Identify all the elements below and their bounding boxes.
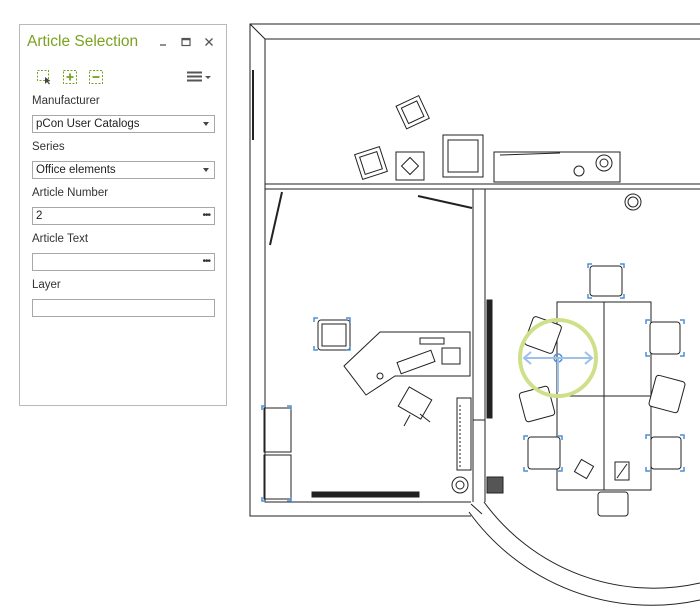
chevron-down-icon	[203, 168, 209, 172]
panel-title: Article Selection	[27, 33, 139, 50]
wall-interior-horizontal[interactable]	[265, 183, 700, 190]
cabinet[interactable]	[442, 134, 484, 178]
chevron-down-icon	[203, 122, 209, 126]
manufacturer-value: pCon User Catalogs	[36, 118, 140, 130]
meeting-chair[interactable]	[597, 491, 629, 517]
select-area-icon[interactable]	[36, 69, 52, 85]
meeting-chair[interactable]	[589, 265, 623, 297]
article-number-label: Article Number	[32, 187, 109, 199]
monitor[interactable]	[419, 337, 445, 345]
cabinet[interactable]	[353, 145, 389, 181]
kitchen-counter[interactable]	[493, 151, 621, 183]
bin[interactable]	[624, 193, 642, 211]
more-options-icon[interactable]: •••	[202, 210, 210, 221]
manufacturer-dropdown[interactable]: pCon User Catalogs	[32, 115, 215, 133]
article-selection-panel: Article Selection Manufacturer pCon User…	[19, 24, 227, 406]
layer-input[interactable]	[32, 299, 215, 317]
article-number-input[interactable]: 2 •••	[32, 207, 215, 225]
cabinet[interactable]	[263, 454, 292, 500]
minimize-icon[interactable]	[157, 35, 169, 47]
more-options-icon[interactable]: •••	[202, 256, 210, 267]
series-label: Series	[32, 141, 65, 153]
radiator[interactable]	[311, 491, 420, 498]
storage-box[interactable]	[395, 151, 425, 181]
maximize-icon[interactable]	[180, 35, 192, 47]
article-text-label: Article Text	[32, 233, 89, 245]
keyboard[interactable]	[396, 349, 436, 375]
layer-label: Layer	[32, 279, 61, 291]
door[interactable]	[269, 191, 483, 515]
series-value: Office elements	[36, 164, 116, 176]
close-icon[interactable]	[203, 35, 215, 47]
add-icon[interactable]	[62, 69, 78, 85]
meeting-chair[interactable]	[648, 374, 686, 414]
article-number-value: 2	[36, 210, 43, 222]
wall-outer[interactable]	[249, 23, 700, 517]
series-dropdown[interactable]: Office elements	[32, 161, 215, 179]
plant[interactable]	[451, 476, 469, 494]
cabinet[interactable]	[263, 407, 292, 453]
manufacturer-label: Manufacturer	[32, 95, 100, 107]
meeting-chair[interactable]	[649, 321, 681, 355]
meeting-chair[interactable]	[650, 436, 682, 470]
menu-icon[interactable]	[186, 69, 212, 85]
wall-interior-vertical[interactable]	[472, 189, 486, 502]
remove-icon[interactable]	[88, 69, 104, 85]
article-text-input[interactable]: •••	[32, 253, 215, 271]
radiator[interactable]	[486, 299, 493, 419]
office-chair[interactable]	[397, 386, 433, 420]
cabinet[interactable]	[395, 94, 430, 130]
shelf[interactable]	[456, 397, 472, 471]
meeting-chair[interactable]	[527, 436, 561, 470]
